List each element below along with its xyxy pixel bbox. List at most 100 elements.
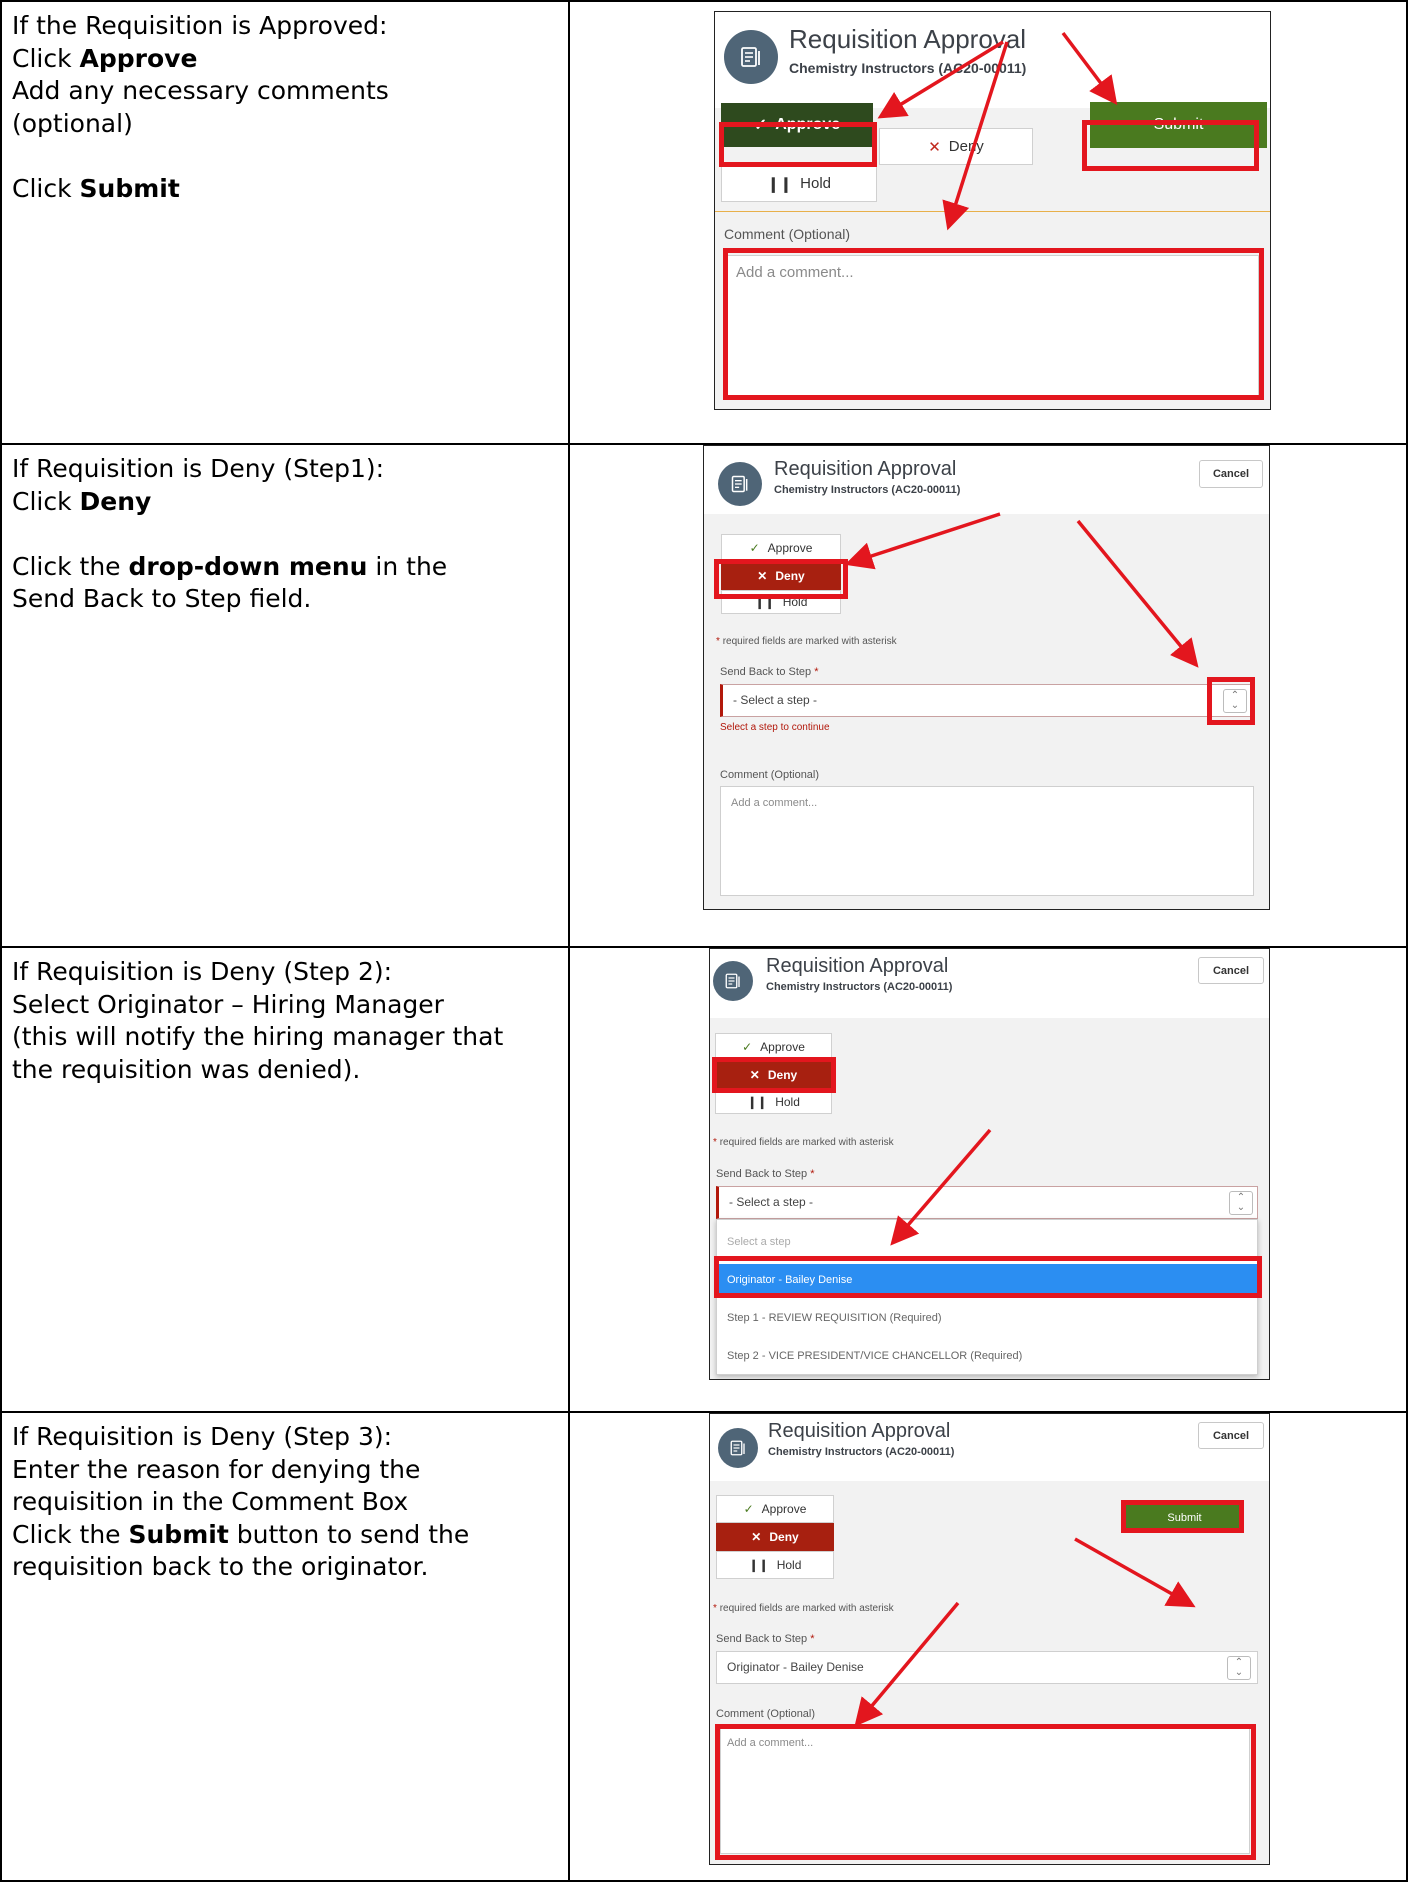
approve-button[interactable]: ✓ Approve (721, 534, 841, 562)
instruction-fragment: requisition in the Comment Box (12, 1487, 409, 1516)
comment-input[interactable]: Add a comment... (720, 1728, 1250, 1854)
check-icon: ✓ (753, 117, 768, 134)
instruction-text: If Requisition is Deny (Step1): Click Den… (12, 453, 560, 616)
submit-button[interactable]: Submit (1125, 1504, 1244, 1532)
instruction-fragment: Send Back to Step field. (12, 584, 312, 613)
instruction-line: Enter the reason for denying the (12, 1454, 560, 1487)
dialog-subtitle: Chemistry Instructors (AC20-00011) (774, 484, 961, 496)
instruction-fragment: If the Requisition is Approved: (12, 11, 388, 40)
send-back-label: Send Back to Step * (716, 1633, 815, 1645)
dialog-title: Requisition Approval (766, 955, 949, 977)
send-back-select[interactable]: Originator - Bailey Denise ⌃ ⌄ (716, 1651, 1258, 1684)
screenshot-deny-step3: Requisition Approval Chemistry Instructo… (709, 1413, 1270, 1865)
table-row: If Requisition is Deny (Step 2): Select O… (0, 946, 1408, 1411)
deny-button[interactable]: ✕ Deny (879, 128, 1033, 165)
instruction-emphasis: Deny (79, 486, 152, 516)
dialog-title: Requisition Approval (789, 24, 1027, 54)
cancel-button[interactable]: Cancel (1198, 957, 1264, 984)
send-back-label: Send Back to Step * (716, 1168, 815, 1180)
instruction-line: Select Originator – Hiring Manager (12, 989, 560, 1022)
instruction-fragment: Click (12, 486, 80, 516)
spinner-arrows-icon[interactable]: ⌃ ⌄ (1223, 689, 1247, 713)
instruction-line (12, 140, 560, 173)
instruction-emphasis: Submit (128, 1519, 229, 1549)
dropdown-option[interactable]: Select a step (717, 1226, 1257, 1258)
dropdown-option[interactable]: Step 2 - VICE PRESIDENT/VICE CHANCELLOR … (717, 1340, 1257, 1372)
dialog-title: Requisition Approval (774, 458, 957, 480)
comment-label: Comment (Optional) (720, 769, 820, 781)
instruction-line: the requisition was denied). (12, 1054, 560, 1087)
document-icon (718, 1428, 758, 1468)
screenshot-deny-step1: Requisition Approval Chemistry Instructo… (703, 445, 1270, 910)
instruction-fragment: Click (12, 173, 80, 203)
instruction-line: Click Approve (12, 43, 560, 76)
instruction-line: requisition back to the originator. (12, 1551, 560, 1584)
instruction-line: (this will notify the hiring manager tha… (12, 1021, 560, 1054)
dialog-title: Requisition Approval (768, 1420, 951, 1442)
instruction-text: If the Requisition is Approved: Click App… (12, 10, 560, 205)
instruction-fragment: If Requisition is Deny (Step1): (12, 454, 385, 483)
send-back-select[interactable]: - Select a step - ⌃ ⌄ (720, 684, 1254, 717)
document-icon (718, 462, 762, 506)
instruction-line: If Requisition is Deny (Step1): (12, 453, 560, 486)
deny-button[interactable]: ✕ Deny (721, 562, 841, 590)
screenshot-approve: Requisition Approval Chemistry Instructo… (714, 11, 1271, 410)
dropdown-option[interactable]: Step 1 - REVIEW REQUISITION (Required) (717, 1302, 1257, 1334)
send-back-label: Send Back to Step * (720, 666, 819, 678)
instruction-text: If Requisition is Deny (Step 2): Select O… (12, 956, 560, 1086)
instruction-emphasis: Approve (79, 43, 198, 73)
approve-button[interactable]: ✓ Approve (716, 1495, 834, 1523)
submit-button[interactable]: Submit (1090, 102, 1267, 148)
spinner-arrows-icon[interactable]: ⌃ ⌄ (1227, 1656, 1251, 1680)
instruction-line: Add any necessary comments (12, 75, 560, 108)
x-icon: ✕ (749, 1068, 760, 1082)
instruction-fragment: requisition back to the originator. (12, 1552, 429, 1581)
instruction-table: If the Requisition is Approved: Click App… (0, 0, 1408, 1882)
deny-button[interactable]: ✕ Deny (716, 1523, 834, 1551)
send-back-select[interactable]: - Select a step - ⌃ ⌄ (716, 1186, 1258, 1219)
dialog-subtitle: Chemistry Instructors (AC20-00011) (766, 981, 953, 993)
table-row: If Requisition is Deny (Step1): Click Den… (0, 443, 1408, 946)
x-icon: ✕ (751, 1530, 762, 1544)
instruction-line: If Requisition is Deny (Step 2): (12, 956, 560, 989)
pause-icon: ❙❙ (767, 175, 793, 193)
instruction-line: Click the drop-down menu in the (12, 551, 560, 584)
instruction-fragment: Select Originator – Hiring Manager (12, 989, 444, 1019)
approve-button[interactable]: ✓ Approve (721, 103, 873, 147)
instruction-fragment: Click (12, 43, 80, 73)
screenshot-deny-step2: Requisition Approval Chemistry Instructo… (709, 948, 1270, 1380)
instruction-fragment: Add any necessary comments (12, 76, 389, 105)
instruction-line: If Requisition is Deny (Step 3): (12, 1421, 560, 1454)
pause-icon: ❙❙ (748, 1558, 769, 1572)
instruction-line (12, 518, 560, 551)
dropdown-option-originator[interactable]: Originator - Bailey Denise (717, 1264, 1257, 1296)
hold-button[interactable]: ❙❙ Hold (721, 590, 841, 614)
instruction-fragment: If Requisition is Deny (Step 3): (12, 1422, 393, 1451)
instruction-emphasis: drop-down menu (128, 551, 368, 581)
spinner-arrows-icon[interactable]: ⌃ ⌄ (1229, 1191, 1253, 1215)
hold-button[interactable]: ❙❙ Hold (716, 1551, 834, 1579)
table-row: If the Requisition is Approved: Click App… (0, 0, 1408, 443)
dialog-subtitle: Chemistry Instructors (AC20-00011) (789, 60, 1027, 76)
required-note: * required fields are marked with asteri… (716, 636, 897, 647)
check-icon: ✓ (743, 1502, 754, 1516)
check-icon: ✓ (742, 1040, 753, 1054)
deny-button[interactable]: ✕ Deny (715, 1061, 832, 1089)
approve-button[interactable]: ✓ Approve (715, 1033, 832, 1061)
instruction-line: (optional) (12, 108, 560, 141)
instruction-fragment: in the (367, 551, 448, 581)
x-icon: ✕ (757, 569, 768, 583)
instruction-line: requisition in the Comment Box (12, 1486, 560, 1519)
step-dropdown: Select a step Originator - Bailey Denise… (716, 1219, 1258, 1375)
cancel-button[interactable]: Cancel (1199, 460, 1263, 488)
comment-label: Comment (Optional) (724, 226, 851, 242)
instruction-fragment: button to send the (228, 1519, 470, 1549)
comment-input[interactable]: Add a comment... (727, 255, 1259, 400)
instruction-line: Click the Submit button to send the (12, 1519, 560, 1552)
hold-button[interactable]: ❙❙ Hold (715, 1089, 832, 1114)
comment-input[interactable]: Add a comment... (720, 786, 1254, 896)
instruction-text: If Requisition is Deny (Step 3): Enter th… (12, 1421, 560, 1584)
hold-button[interactable]: ❙❙ Hold (721, 165, 877, 202)
instruction-line: Click Deny (12, 486, 560, 519)
cancel-button[interactable]: Cancel (1198, 1422, 1264, 1449)
